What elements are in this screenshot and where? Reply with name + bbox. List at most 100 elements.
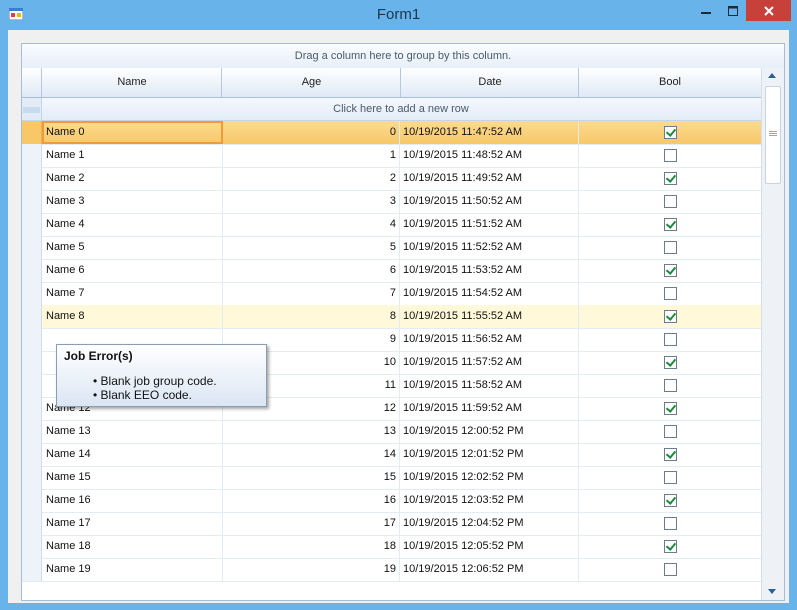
cell-date[interactable]: 10/19/2015 12:02:52 PM bbox=[400, 466, 579, 489]
cell-date[interactable]: 10/19/2015 11:51:52 AM bbox=[400, 213, 579, 236]
row-indicator[interactable] bbox=[22, 236, 42, 259]
cell-name[interactable]: Name 8 bbox=[42, 305, 223, 328]
checkbox-checked[interactable] bbox=[664, 402, 677, 415]
table-row[interactable]: Name 2 2 10/19/2015 11:49:52 AM bbox=[22, 167, 761, 191]
row-indicator[interactable] bbox=[22, 489, 42, 512]
cell-date[interactable]: 10/19/2015 11:50:52 AM bbox=[400, 190, 579, 213]
scroll-up-arrow-icon[interactable] bbox=[768, 73, 776, 78]
cell-name[interactable]: Name 2 bbox=[42, 167, 223, 190]
checkbox-unchecked[interactable] bbox=[664, 241, 677, 254]
cell-name[interactable]: Name 1 bbox=[42, 144, 223, 167]
cell-date[interactable]: 10/19/2015 11:55:52 AM bbox=[400, 305, 579, 328]
row-indicator[interactable] bbox=[22, 512, 42, 535]
checkbox-checked[interactable] bbox=[664, 356, 677, 369]
cell-date[interactable]: 10/19/2015 11:49:52 AM bbox=[400, 167, 579, 190]
cell-date[interactable]: 10/19/2015 12:05:52 PM bbox=[400, 535, 579, 558]
row-indicator[interactable] bbox=[22, 328, 42, 351]
cell-age[interactable]: 16 bbox=[222, 489, 400, 512]
cell-age[interactable]: 5 bbox=[222, 236, 400, 259]
cell-name[interactable]: Name 18 bbox=[42, 535, 223, 558]
table-row[interactable]: Name 0 0 10/19/2015 11:47:52 AM bbox=[22, 121, 761, 145]
row-indicator[interactable] bbox=[22, 259, 42, 282]
checkbox-unchecked[interactable] bbox=[664, 379, 677, 392]
title-bar[interactable]: Form1 bbox=[0, 0, 797, 30]
cell-date[interactable]: 10/19/2015 11:54:52 AM bbox=[400, 282, 579, 305]
scroll-thumb[interactable] bbox=[765, 86, 781, 184]
checkbox-unchecked[interactable] bbox=[664, 287, 677, 300]
cell-age[interactable]: 19 bbox=[222, 558, 400, 581]
row-indicator[interactable] bbox=[22, 282, 42, 305]
group-panel[interactable]: Drag a column here to group by this colu… bbox=[22, 44, 784, 69]
table-row[interactable]: Name 18 18 10/19/2015 12:05:52 PM bbox=[22, 535, 761, 559]
cell-age[interactable]: 18 bbox=[222, 535, 400, 558]
row-indicator[interactable] bbox=[22, 558, 42, 581]
cell-date[interactable]: 10/19/2015 12:03:52 PM bbox=[400, 489, 579, 512]
checkbox-checked[interactable] bbox=[664, 448, 677, 461]
minimize-button[interactable] bbox=[692, 0, 719, 21]
checkbox-unchecked[interactable] bbox=[664, 563, 677, 576]
table-row[interactable]: Name 13 13 10/19/2015 12:00:52 PM bbox=[22, 420, 761, 444]
cell-age[interactable]: 6 bbox=[222, 259, 400, 282]
row-indicator[interactable] bbox=[22, 213, 42, 236]
cell-name[interactable]: Name 15 bbox=[42, 466, 223, 489]
table-row[interactable]: Name 5 5 10/19/2015 11:52:52 AM bbox=[22, 236, 761, 260]
data-grid[interactable]: Drag a column here to group by this colu… bbox=[21, 43, 785, 601]
table-row[interactable]: Name 4 4 10/19/2015 11:51:52 AM bbox=[22, 213, 761, 237]
cell-name[interactable]: Name 0 bbox=[42, 121, 223, 144]
table-row[interactable]: Name 1 1 10/19/2015 11:48:52 AM bbox=[22, 144, 761, 168]
table-row[interactable]: Name 15 15 10/19/2015 12:02:52 PM bbox=[22, 466, 761, 490]
checkbox-checked[interactable] bbox=[664, 264, 677, 277]
table-row[interactable]: Name 17 17 10/19/2015 12:04:52 PM bbox=[22, 512, 761, 536]
row-indicator[interactable] bbox=[22, 121, 42, 144]
checkbox-unchecked[interactable] bbox=[664, 517, 677, 530]
checkbox-checked[interactable] bbox=[664, 540, 677, 553]
row-indicator[interactable] bbox=[22, 397, 42, 420]
checkbox-unchecked[interactable] bbox=[664, 149, 677, 162]
cell-name[interactable]: Name 5 bbox=[42, 236, 223, 259]
cell-name[interactable]: Name 3 bbox=[42, 190, 223, 213]
cell-age[interactable]: 13 bbox=[222, 420, 400, 443]
column-header-bool[interactable]: Bool bbox=[578, 68, 761, 97]
cell-name[interactable]: Name 6 bbox=[42, 259, 223, 282]
maximize-button[interactable] bbox=[719, 0, 746, 21]
table-row[interactable]: Name 16 16 10/19/2015 12:03:52 PM bbox=[22, 489, 761, 513]
cell-date[interactable]: 10/19/2015 11:58:52 AM bbox=[400, 374, 579, 397]
row-indicator[interactable] bbox=[22, 374, 42, 397]
checkbox-checked[interactable] bbox=[664, 126, 677, 139]
cell-age[interactable]: 17 bbox=[222, 512, 400, 535]
cell-age[interactable]: 8 bbox=[222, 305, 400, 328]
cell-date[interactable]: 10/19/2015 12:04:52 PM bbox=[400, 512, 579, 535]
column-header-age[interactable]: Age bbox=[221, 68, 401, 97]
cell-age[interactable]: 14 bbox=[222, 443, 400, 466]
checkbox-unchecked[interactable] bbox=[664, 471, 677, 484]
table-row[interactable]: Name 19 19 10/19/2015 12:06:52 PM bbox=[22, 558, 761, 582]
cell-age[interactable]: 4 bbox=[222, 213, 400, 236]
table-row[interactable]: Name 8 8 10/19/2015 11:55:52 AM bbox=[22, 305, 761, 329]
column-header-date[interactable]: Date bbox=[400, 68, 579, 97]
cell-date[interactable]: 10/19/2015 11:52:52 AM bbox=[400, 236, 579, 259]
table-row[interactable]: Name 3 3 10/19/2015 11:50:52 AM bbox=[22, 190, 761, 214]
checkbox-checked[interactable] bbox=[664, 494, 677, 507]
cell-date[interactable]: 10/19/2015 11:57:52 AM bbox=[400, 351, 579, 374]
cell-age[interactable]: 2 bbox=[222, 167, 400, 190]
cell-age[interactable]: 0 bbox=[222, 121, 400, 144]
table-row[interactable]: Name 6 6 10/19/2015 11:53:52 AM bbox=[22, 259, 761, 283]
cell-date[interactable]: 10/19/2015 12:01:52 PM bbox=[400, 443, 579, 466]
cell-name[interactable]: Name 19 bbox=[42, 558, 223, 581]
cell-age[interactable]: 3 bbox=[222, 190, 400, 213]
row-indicator[interactable] bbox=[22, 466, 42, 489]
cell-age[interactable]: 15 bbox=[222, 466, 400, 489]
row-indicator[interactable] bbox=[22, 144, 42, 167]
cell-age[interactable]: 7 bbox=[222, 282, 400, 305]
cell-name[interactable]: Name 13 bbox=[42, 420, 223, 443]
row-indicator[interactable] bbox=[22, 190, 42, 213]
cell-name[interactable]: Name 7 bbox=[42, 282, 223, 305]
row-indicator[interactable] bbox=[22, 167, 42, 190]
vertical-scrollbar[interactable] bbox=[761, 68, 784, 600]
cell-date[interactable]: 10/19/2015 11:47:52 AM bbox=[400, 121, 579, 144]
checkbox-checked[interactable] bbox=[664, 218, 677, 231]
cell-age[interactable]: 1 bbox=[222, 144, 400, 167]
row-indicator[interactable] bbox=[22, 443, 42, 466]
cell-name[interactable]: Name 14 bbox=[42, 443, 223, 466]
row-indicator[interactable] bbox=[22, 351, 42, 374]
